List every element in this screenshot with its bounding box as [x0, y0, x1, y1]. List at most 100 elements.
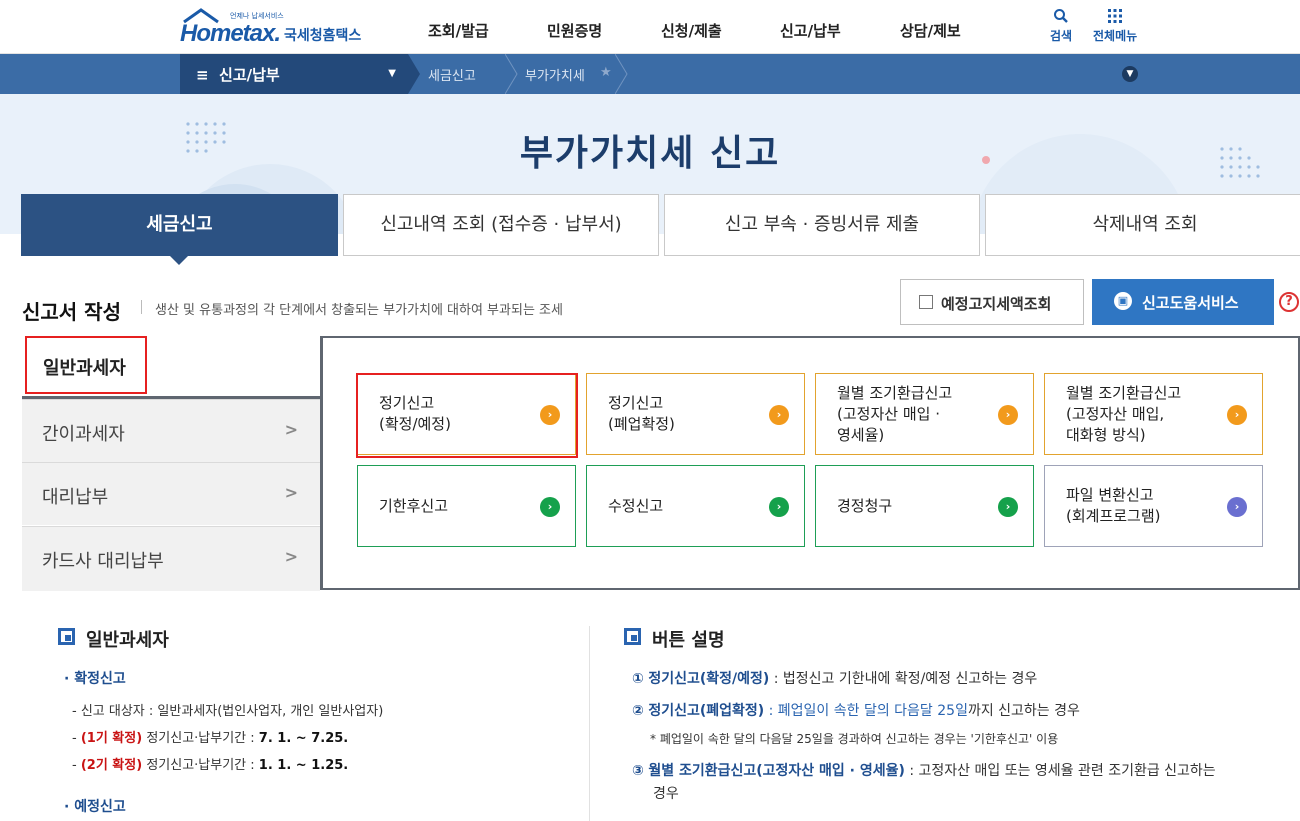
chevron-right-icon: >	[284, 420, 298, 439]
breadcrumb-separator	[408, 54, 420, 94]
checkbox-icon	[919, 295, 933, 309]
menu-consulting[interactable]: 상담/제보	[900, 20, 961, 41]
sidebar-item-label: 간이과세자	[42, 424, 125, 445]
page-title: 부가가치세 신고	[519, 133, 781, 174]
arrow-right-icon: ›	[1227, 405, 1247, 425]
preliminary-filing-heading: · 예정신고	[64, 799, 126, 815]
favorite-star-icon[interactable]: ★	[600, 65, 612, 80]
card-label: 정기신고	[608, 394, 664, 412]
all-menu-label: 전체메뉴	[1093, 29, 1138, 43]
tab-deleted-history[interactable]: 삭제내역 조회	[985, 194, 1300, 256]
card-label: (폐업확정)	[608, 415, 675, 433]
breadcrumb-expand-icon[interactable]: ▼	[1122, 66, 1138, 82]
card-label: (고정자산 매입 ·	[837, 404, 940, 423]
arrow-right-icon: ›	[540, 497, 560, 517]
desc-number: ②	[632, 703, 644, 719]
book-icon: ▣	[1114, 292, 1132, 310]
search-icon	[1054, 9, 1068, 23]
top-navigation-bar: Hometax. 언제나 납세서비스 국세청홈택스 조회/발급 민원증명 신청/…	[0, 0, 1300, 54]
desc-key: 정기신고(폐업확정)	[648, 703, 765, 719]
general-taxpayer-info-title: 일반과세자	[58, 626, 169, 652]
menu-inquiry[interactable]: 조회/발급	[428, 20, 489, 41]
desc-number: ③	[632, 763, 644, 779]
tab-filing-history[interactable]: 신고내역 조회 (접수증 · 납부서)	[343, 194, 659, 256]
logo-korean: 국세청홈택스	[284, 28, 362, 44]
chevron-right-icon: >	[284, 483, 298, 502]
tab-attachment-submit[interactable]: 신고 부속 · 증빙서류 제출	[664, 194, 980, 256]
breadcrumb-category-label: 신고/납부	[219, 66, 280, 84]
desc-text: : 고정자산 매입 또는 영세율 관련 조기환급 신고하는	[904, 763, 1216, 779]
arrow-right-icon: ›	[998, 405, 1018, 425]
card-label: 경정청구	[837, 496, 893, 515]
preview-tax-inquiry-label: 예정고지세액조회	[941, 295, 1052, 313]
card-label: 월별 조기환급신고	[837, 383, 953, 402]
card-label: (회계프로그램)	[1066, 507, 1161, 525]
period-text: 정기신고·납부기간 :	[146, 731, 259, 746]
preview-tax-inquiry-button[interactable]: 예정고지세액조회	[900, 279, 1084, 325]
period-date: 7. 1. ~ 7.25.	[258, 731, 349, 746]
caret-down-icon: ▼	[388, 68, 396, 79]
card-regular-filing-closure[interactable]: 정기신고 (폐업확정) ›	[586, 373, 805, 455]
card-amended-filing[interactable]: 수정신고 ›	[586, 465, 805, 547]
hamburger-icon: ≡	[196, 66, 214, 84]
arrow-right-icon: ›	[769, 497, 789, 517]
sidebar-item-label: 대리납부	[42, 487, 109, 508]
info-title-label: 버튼 설명	[652, 630, 725, 651]
info-title-label: 일반과세자	[86, 630, 169, 651]
menu-filing-payment[interactable]: 신고/납부	[780, 20, 841, 41]
breadcrumb: ≡ 신고/납부 ▼ 세금신고 부가가치세 ★ ▼	[0, 54, 1300, 94]
sidebar-item-card-proxy-payment[interactable]: 카드사 대리납부 >	[22, 526, 320, 591]
sidebar-active-label: 일반과세자	[25, 336, 147, 394]
period-date: 1. 1. ~ 1.25.	[258, 758, 349, 773]
card-late-filing[interactable]: 기한후신고 ›	[357, 465, 576, 547]
taxpayer-type-sidebar: 일반과세자 간이과세자 > 대리납부 > 카드사 대리납부 >	[22, 336, 320, 591]
chevron-right-icon: >	[284, 547, 298, 566]
breadcrumb-tax-filing[interactable]: 세금신고	[428, 65, 476, 84]
card-file-conversion-filing[interactable]: 파일 변환신고 (회계프로그램) ›	[1044, 465, 1263, 547]
sidebar-item-simplified-taxpayer[interactable]: 간이과세자 >	[22, 399, 320, 462]
desc-key: 정기신고(확정/예정)	[648, 671, 770, 687]
hometax-logo[interactable]: Hometax. 언제나 납세서비스 국세청홈택스	[180, 6, 365, 47]
desc-number: ①	[632, 671, 644, 687]
first-period-line: - (1기 확정) 정기신고·납부기간 : 7. 1. ~ 7.25.	[72, 731, 349, 746]
breadcrumb-vat[interactable]: 부가가치세	[525, 65, 585, 84]
sidebar-item-general-taxpayer[interactable]: 일반과세자	[22, 336, 320, 398]
search-button[interactable]: 검색	[1050, 8, 1072, 44]
grid-menu-icon	[1108, 9, 1123, 23]
search-label: 검색	[1050, 29, 1073, 43]
menu-application[interactable]: 신청/제출	[661, 20, 722, 41]
filing-help-service-button[interactable]: ▣ 신고도움서비스	[1092, 279, 1274, 325]
desc-line-2: ② 정기신고(폐업확정) : 폐업일이 속한 달의 다음달 25일까지 신고하는…	[632, 700, 1080, 720]
desc-highlight: : 폐업일이 속한 달의 다음달 25일	[764, 703, 968, 719]
filing-target-line: - 신고 대상자 : 일반과세자(법인사업자, 개인 일반사업자)	[72, 704, 384, 719]
selected-card-highlight	[356, 373, 578, 458]
desc-key: 월별 조기환급신고(고정자산 매입 · 영세율)	[648, 763, 905, 779]
menu-certificate[interactable]: 민원증명	[547, 20, 602, 41]
all-menu-button[interactable]: 전체메뉴	[1093, 8, 1137, 44]
card-monthly-early-refund[interactable]: 월별 조기환급신고 (고정자산 매입 · 영세율) ›	[815, 373, 1034, 455]
confirm-filing-heading: · 확정신고	[64, 671, 126, 687]
filing-target-text: 신고 대상자 : 일반과세자(법인사업자, 개인 일반사업자)	[80, 704, 384, 719]
help-icon[interactable]: ?	[1279, 292, 1299, 312]
period-tag: (1기 확정)	[80, 731, 143, 746]
second-period-line: - (2기 확정) 정기신고·납부기간 : 1. 1. ~ 1.25.	[72, 758, 349, 773]
card-label: 영세율)	[837, 425, 885, 444]
tab-tax-filing[interactable]: 세금신고	[21, 194, 338, 256]
desc-text: : 법정신고 기한내에 확정/예정 신고하는 경우	[769, 671, 1038, 687]
heading-label: 예정신고	[74, 799, 126, 815]
breadcrumb-category-select[interactable]: ≡ 신고/납부 ▼	[180, 54, 408, 94]
arrow-right-icon: ›	[998, 497, 1018, 517]
active-tab-pointer	[169, 255, 189, 265]
breadcrumb-separator	[505, 54, 518, 94]
desc-note: * 폐업일이 속한 달의 다음달 25일을 경과하여 신고하는 경우는 '기한후…	[650, 732, 1059, 746]
heading-label: 확정신고	[74, 671, 126, 687]
card-label: 대화형 방식)	[1066, 425, 1146, 444]
card-correction-claim[interactable]: 경정청구 ›	[815, 465, 1034, 547]
desc-text: 까지 신고하는 경우	[967, 703, 1080, 719]
card-monthly-early-refund-interactive[interactable]: 월별 조기환급신고 (고정자산 매입, 대화형 방식) ›	[1044, 373, 1263, 455]
card-label: 파일 변환신고	[1066, 486, 1154, 504]
period-tag: (2기 확정)	[80, 758, 143, 773]
sidebar-item-proxy-payment[interactable]: 대리납부 >	[22, 462, 320, 525]
desc-line-3: ③ 월별 조기환급신고(고정자산 매입 · 영세율) : 고정자산 매입 또는 …	[632, 760, 1216, 780]
card-label: 수정신고	[608, 496, 664, 515]
